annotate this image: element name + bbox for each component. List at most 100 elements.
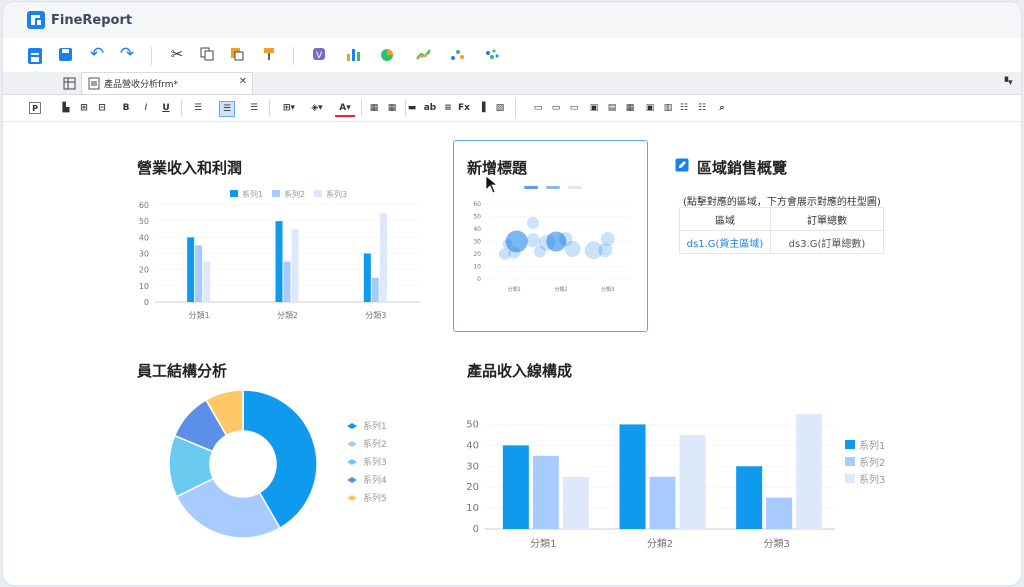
revenue-profit-chart[interactable]: 0 10 20 30 40 50 60 分類1 分類2 分類3 系列1 系列2 系列3	[133, 182, 433, 332]
widget-radio-icon[interactable]: ▥	[661, 101, 675, 115]
bubble-chart-icon[interactable]	[481, 44, 501, 64]
bar-系列3	[203, 261, 211, 302]
x-tick-label: 分類2	[647, 538, 673, 550]
search-icon[interactable]: ⌕	[715, 101, 729, 115]
legend-label: 系列1	[363, 420, 387, 432]
line-chart-icon[interactable]	[413, 44, 433, 64]
bold-icon[interactable]: B	[119, 101, 133, 115]
new-file-icon[interactable]: ▙	[59, 101, 73, 115]
wrap-icon[interactable]: ≡	[441, 101, 455, 115]
pie-chart-icon[interactable]	[377, 44, 397, 64]
widget-table-icon[interactable]: ▦	[623, 101, 637, 115]
bubble-point	[499, 248, 511, 260]
widget-title-revenue: 營業收入和利潤	[137, 159, 243, 177]
sales-hint: (點擊對應的區域，下方會展示對應的柱型圖)	[683, 197, 881, 208]
legend-swatch	[845, 457, 855, 466]
widget-combo-icon[interactable]: ▣	[587, 101, 601, 115]
bar-系列1	[736, 466, 763, 529]
bar-chart-icon[interactable]	[343, 44, 363, 64]
widget-date-icon[interactable]: ▭	[567, 101, 581, 115]
bar-系列1	[619, 424, 646, 529]
widget-title-product: 產品收入線構成	[467, 362, 573, 380]
x-tick-label: 分類3	[365, 310, 386, 320]
svg-text:V: V	[316, 51, 323, 61]
align-center-icon[interactable]: ☰	[219, 101, 235, 117]
formula-icon[interactable]: Fx	[457, 101, 471, 115]
widget-button-icon[interactable]: ▣	[643, 101, 657, 115]
italic-icon[interactable]: I	[139, 101, 153, 115]
redo-icon[interactable]: ↷	[117, 44, 137, 64]
border-icon[interactable]: ⊞▾	[279, 101, 299, 115]
bar-系列1	[363, 253, 371, 302]
x-tick-label: 分類1	[189, 310, 210, 320]
bubble-point	[564, 241, 581, 257]
save-icon[interactable]	[55, 44, 75, 64]
widget-tree-icon[interactable]: ☷	[695, 101, 709, 115]
font-color-icon[interactable]: A▾	[335, 101, 355, 117]
y-tick-label: 20	[139, 266, 149, 275]
bar-系列3	[679, 434, 706, 529]
grid-icon[interactable]: ⊞	[77, 101, 91, 115]
legend-swatch	[347, 459, 357, 465]
y-tick-label: 40	[139, 233, 149, 242]
staff-donut-chart[interactable]: 系列1 系列2 系列3 系列4 系列5	[153, 382, 413, 547]
scatter-chart-icon[interactable]	[447, 44, 467, 64]
bar-系列1	[187, 237, 195, 302]
x-tick-label: 分類2	[554, 286, 567, 293]
align-left-icon[interactable]: ☰	[191, 101, 205, 115]
insert-image-icon[interactable]: ▨	[493, 101, 507, 115]
widget-list-icon[interactable]: ▤	[605, 101, 619, 115]
y-tick-label: 10	[139, 282, 149, 291]
template-list-icon[interactable]	[59, 73, 79, 93]
tab-label: 產品營收分析frm*	[104, 80, 178, 90]
bar-系列2	[371, 277, 379, 302]
widget-textbox-icon[interactable]: ▭	[531, 101, 545, 115]
x-tick-label: 分類2	[277, 310, 298, 320]
copy-icon[interactable]	[197, 44, 217, 64]
y-tick-label: 0	[473, 524, 479, 535]
y-tick-label: 50	[139, 217, 149, 226]
bar-系列3	[379, 213, 387, 302]
edit-icon[interactable]	[675, 158, 689, 172]
fill-color-icon[interactable]: ◈▾	[307, 101, 327, 115]
tab-menu-icon[interactable]: ▝▾	[997, 73, 1017, 93]
bar-系列1	[275, 221, 283, 302]
widget-number-icon[interactable]: ▭	[549, 101, 563, 115]
undo-icon[interactable]: ↶	[87, 44, 107, 64]
legend-swatch	[314, 190, 322, 197]
legend-label: 系列3	[859, 473, 885, 486]
legend-label: 系列2	[363, 438, 387, 450]
text-icon[interactable]: ab	[423, 101, 437, 115]
unmerge-icon[interactable]: ▦	[385, 101, 399, 115]
y-tick-label: 60	[473, 201, 481, 208]
bubble-chart[interactable]: 0 10 20 30 40 50 60 分類1 分類2 分類3	[459, 178, 644, 328]
tab-template[interactable]: 產品營收分析frm* ✕	[81, 72, 253, 94]
x-tick-label: 分類3	[601, 286, 614, 293]
align-right-icon[interactable]: ☰	[247, 101, 261, 115]
format-painter-icon[interactable]	[259, 44, 279, 64]
table-icon[interactable]: ⊟	[95, 101, 109, 115]
legend-label: 系列2	[859, 456, 885, 469]
legend-swatch	[230, 190, 238, 197]
template-icon[interactable]	[25, 46, 45, 66]
x-tick-label: 分類1	[530, 538, 556, 550]
underline-icon[interactable]: U	[159, 101, 173, 115]
param-icon[interactable]: P	[29, 102, 41, 114]
cut-icon[interactable]: ✂	[167, 44, 187, 64]
widget-check-icon[interactable]: ☷	[677, 101, 691, 115]
insert-chart-icon[interactable]: ▐	[475, 101, 489, 115]
insert-row-icon[interactable]: ▬	[405, 101, 419, 115]
cell-region[interactable]: ds1.G(貨主區域)	[679, 230, 771, 254]
legend-swatch	[347, 495, 357, 501]
format-toolbar: P ▙ ⊞ ⊟ B I U ☰ ☰ ☰ ⊞▾ ◈▾ A▾ ▦ ▦ ▬ ab ≡ …	[3, 95, 1021, 122]
legend-swatch	[347, 423, 357, 429]
y-tick-label: 50	[473, 214, 481, 221]
cell-orders[interactable]: ds3.G(訂單總數)	[770, 230, 884, 254]
bubble-point	[526, 233, 540, 248]
product-revenue-chart[interactable]: 0 10 20 30 40 50 分類1 分類2 分類3 系列1 系列2 系列3	[453, 397, 903, 557]
merge-icon[interactable]: ▦	[367, 101, 381, 115]
close-icon[interactable]: ✕	[239, 76, 247, 87]
bar-系列2	[766, 497, 793, 529]
shield-icon[interactable]: V	[309, 44, 329, 64]
paste-icon[interactable]	[227, 44, 247, 64]
